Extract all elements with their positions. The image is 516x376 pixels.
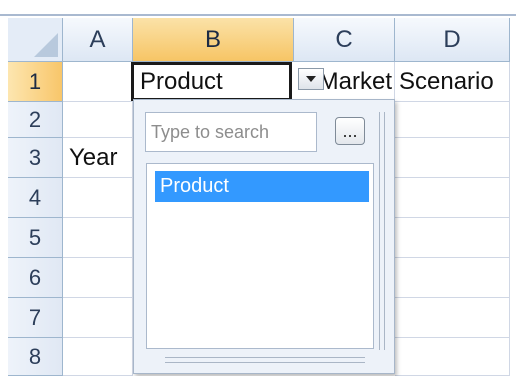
resize-grip-horizontal[interactable] xyxy=(165,357,365,358)
row-header-2[interactable]: 2 xyxy=(8,102,63,138)
cell-a1[interactable] xyxy=(63,62,133,102)
column-header-label: D xyxy=(443,25,461,53)
cell-a6[interactable] xyxy=(63,258,133,298)
row-header-8[interactable]: 8 xyxy=(8,338,63,376)
column-header-label: B xyxy=(204,25,221,53)
select-all-corner[interactable] xyxy=(8,18,63,62)
row-header-label: 4 xyxy=(28,184,42,210)
row-header-label: 5 xyxy=(28,224,42,250)
column-header-c[interactable]: C xyxy=(294,18,395,62)
column-header-d[interactable]: D xyxy=(395,18,510,62)
cell-a7[interactable] xyxy=(63,298,133,338)
cell-b1-value: Product xyxy=(140,67,223,95)
top-border-line xyxy=(0,14,516,16)
row-header-label: 6 xyxy=(28,264,42,290)
corner-triangle-icon xyxy=(34,33,58,57)
dropdown-button[interactable] xyxy=(298,68,324,90)
cell-d2[interactable] xyxy=(395,102,510,138)
row-header-4[interactable]: 4 xyxy=(8,178,63,218)
row-header-label: 8 xyxy=(28,343,42,369)
ellipsis-icon: ... xyxy=(342,120,358,141)
list-item-label: Product xyxy=(160,175,229,197)
list-item-selected[interactable]: Product xyxy=(155,171,369,202)
cell-a4[interactable] xyxy=(63,178,133,218)
cell-a8[interactable] xyxy=(63,338,133,376)
cell-c1-value: Market xyxy=(318,68,392,95)
column-header-label: C xyxy=(335,25,353,53)
resize-grip-vertical[interactable] xyxy=(384,112,385,350)
resize-grip-vertical[interactable] xyxy=(379,112,380,350)
cell-d1-value: Scenario xyxy=(399,67,494,95)
chevron-down-icon xyxy=(306,76,316,82)
cell-d1[interactable]: Scenario xyxy=(395,62,510,102)
row-header-1[interactable]: 1 xyxy=(8,62,63,102)
cell-a3[interactable]: Year xyxy=(63,138,133,178)
cell-a5[interactable] xyxy=(63,218,133,258)
cell-b1-active[interactable]: Product xyxy=(131,62,292,101)
row-header-3[interactable]: 3 xyxy=(8,138,63,178)
row-header-5[interactable]: 5 xyxy=(8,218,63,258)
cell-d4[interactable] xyxy=(395,178,510,218)
browse-button[interactable]: ... xyxy=(335,117,365,145)
cell-d8[interactable] xyxy=(395,338,510,376)
cell-d6[interactable] xyxy=(395,258,510,298)
column-header-b[interactable]: B xyxy=(133,18,294,62)
row-header-label: 7 xyxy=(28,304,42,330)
column-header-label: A xyxy=(89,25,106,53)
search-input[interactable]: Type to search xyxy=(145,112,317,152)
column-header-a[interactable]: A xyxy=(63,18,133,62)
cell-d3[interactable] xyxy=(395,138,510,178)
row-header-6[interactable]: 6 xyxy=(8,258,63,298)
cell-d5[interactable] xyxy=(395,218,510,258)
row-header-label: 1 xyxy=(28,68,42,94)
row-header-label: 3 xyxy=(28,144,42,170)
search-placeholder: Type to search xyxy=(151,121,270,142)
row-header-label: 2 xyxy=(28,106,42,132)
cell-d7[interactable] xyxy=(395,298,510,338)
cell-a3-value: Year xyxy=(69,143,118,171)
cell-a2[interactable] xyxy=(63,102,133,138)
row-header-7[interactable]: 7 xyxy=(8,298,63,338)
resize-grip-horizontal[interactable] xyxy=(165,362,365,363)
